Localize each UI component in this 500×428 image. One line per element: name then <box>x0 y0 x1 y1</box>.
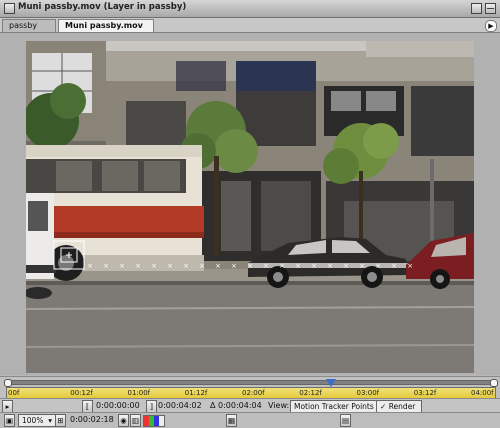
svg-text:×: × <box>295 262 301 270</box>
street-scene: × × × × × × × × × × × × × × × × × × × × × <box>26 41 474 373</box>
status-bar: ▣ 100% ▾ ⊞ 0:00:02:18 ◉ ▥ ▦ ▤ <box>0 412 500 428</box>
ruler-label: 01:00f <box>127 389 151 397</box>
svg-text:×: × <box>231 262 237 270</box>
ruler-label: 03:00f <box>356 389 380 397</box>
svg-text:×: × <box>103 262 109 270</box>
tab-passby[interactable]: passby <box>2 19 56 32</box>
zoom-box-icon[interactable] <box>471 3 482 14</box>
svg-text:×: × <box>119 262 125 270</box>
grid-icon[interactable]: ⊞ <box>55 414 66 427</box>
svg-text:×: × <box>343 262 349 270</box>
channel-color-icon[interactable] <box>143 415 165 427</box>
svg-text:×: × <box>87 262 93 270</box>
current-time-indicator[interactable] <box>325 379 336 387</box>
svg-text:×: × <box>391 262 397 270</box>
motion-path-points: × × × × × × × × × × × × × × × × × × × × × <box>87 262 413 270</box>
view-label: View: <box>268 401 290 410</box>
duration-value: Δ 0:00:04:04 <box>210 401 262 410</box>
render-label: Render <box>388 402 416 411</box>
pixel-aspect-icon[interactable]: ▤ <box>340 414 351 427</box>
svg-text:×: × <box>327 262 333 270</box>
time-ruler-area: 00f 00:12f 01:00f 01:12f 02:00f 02:12f 03:00f 0… <box>0 376 500 399</box>
ruler-label: 02:00f <box>242 389 265 397</box>
magnification-dropdown[interactable]: 100% ▾ <box>18 414 56 427</box>
ruler-label: 02:12f <box>299 389 322 397</box>
collapse-box-icon[interactable] <box>485 3 496 14</box>
show-snapshot-icon[interactable]: ▥ <box>130 414 141 427</box>
transparency-grid-icon[interactable]: ▦ <box>226 414 237 427</box>
tab-row: passby Muni passby.mov ▶ <box>0 18 500 33</box>
in-point-value[interactable]: 0:00:00:00 <box>96 401 140 410</box>
svg-text:×: × <box>375 262 381 270</box>
ruler-label: 03:12f <box>413 389 437 397</box>
out-point-value[interactable]: 0:00:04:02 <box>158 401 202 410</box>
current-time-value[interactable]: 0:00:02:18 <box>70 415 114 424</box>
road <box>26 281 474 373</box>
ruler-label: 00f <box>8 389 20 397</box>
svg-text:×: × <box>167 262 173 270</box>
title-bar[interactable]: Muni passby.mov (Layer in passby) <box>0 0 500 18</box>
tab-label: Muni passby.mov <box>65 21 143 30</box>
snapshot-icon[interactable]: ◉ <box>118 414 129 427</box>
view-dropdown-value: Motion Tracker Points <box>294 402 374 411</box>
work-area-end-handle[interactable] <box>490 379 498 387</box>
tab-muni-passby[interactable]: Muni passby.mov <box>58 19 154 32</box>
zoom-value: 100% <box>22 416 44 425</box>
layer-controls: ▸ ⟦ 0:00:00:00 ⟧ 0:00:04:02 Δ 0:00:04:04… <box>0 398 500 422</box>
layer-viewer: × × × × × × × × × × × × × × × × × × × × × <box>0 33 500 375</box>
tab-menu-arrow-icon[interactable]: ▶ <box>485 20 497 32</box>
awning <box>236 61 316 91</box>
chevron-down-icon: ▾ <box>48 416 52 425</box>
video-frame[interactable]: × × × × × × × × × × × × × × × × × × × × × <box>26 41 474 373</box>
work-area-start-handle[interactable] <box>4 379 12 387</box>
awning <box>176 61 226 91</box>
ruler-label: 01:12f <box>184 389 208 397</box>
svg-text:×: × <box>215 262 221 270</box>
layer-window: Muni passby.mov (Layer in passby) passby… <box>0 0 500 428</box>
svg-text:×: × <box>359 262 365 270</box>
ruler-label: 00:12f <box>70 389 93 397</box>
window-title: Muni passby.mov (Layer in passby) <box>18 2 187 12</box>
safe-zones-icon[interactable]: ▣ <box>4 414 15 427</box>
checkmark-icon: ✓ <box>380 402 387 411</box>
svg-text:×: × <box>279 262 285 270</box>
svg-text:×: × <box>247 262 253 270</box>
svg-text:×: × <box>135 262 141 270</box>
svg-text:×: × <box>151 262 157 270</box>
close-box-icon[interactable] <box>4 3 15 14</box>
svg-text:×: × <box>407 262 413 270</box>
tab-label: passby <box>9 21 38 30</box>
svg-text:×: × <box>199 262 205 270</box>
svg-text:×: × <box>311 262 317 270</box>
work-area-bar[interactable] <box>4 379 498 387</box>
svg-text:×: × <box>183 262 189 270</box>
svg-text:×: × <box>263 262 269 270</box>
ruler-label: 04:00f <box>471 389 494 397</box>
